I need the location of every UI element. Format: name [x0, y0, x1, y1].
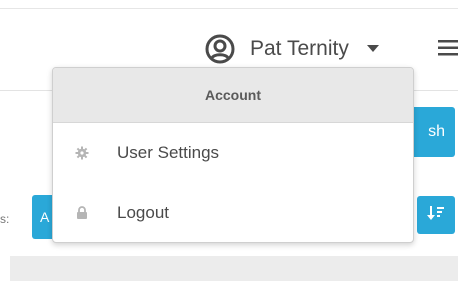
- filter-button-label: A: [40, 209, 50, 225]
- user-menu-toggle[interactable]: Pat Ternity: [204, 32, 379, 66]
- menu-item-label: User Settings: [117, 143, 220, 162]
- action-button-label: sh: [428, 123, 445, 140]
- caret-down-icon: [366, 45, 379, 53]
- menu-item-logout[interactable]: Logout: [53, 183, 413, 242]
- sort-button[interactable]: [417, 196, 455, 234]
- gear-icon: [75, 146, 89, 160]
- hamburger-icon[interactable]: [438, 39, 458, 57]
- menu-item-user-settings[interactable]: User Settings: [53, 123, 413, 183]
- dropdown-header: Account: [53, 68, 413, 123]
- filter-label: s:: [0, 212, 10, 226]
- sort-descending-icon: [427, 204, 445, 227]
- user-circle-icon: [204, 33, 236, 65]
- account-dropdown: Account User Settings Logout: [52, 67, 414, 243]
- user-name: Pat Ternity: [250, 37, 349, 60]
- menu-item-label: Logout: [117, 203, 169, 222]
- lock-icon: [75, 206, 89, 220]
- content-band: [10, 256, 458, 281]
